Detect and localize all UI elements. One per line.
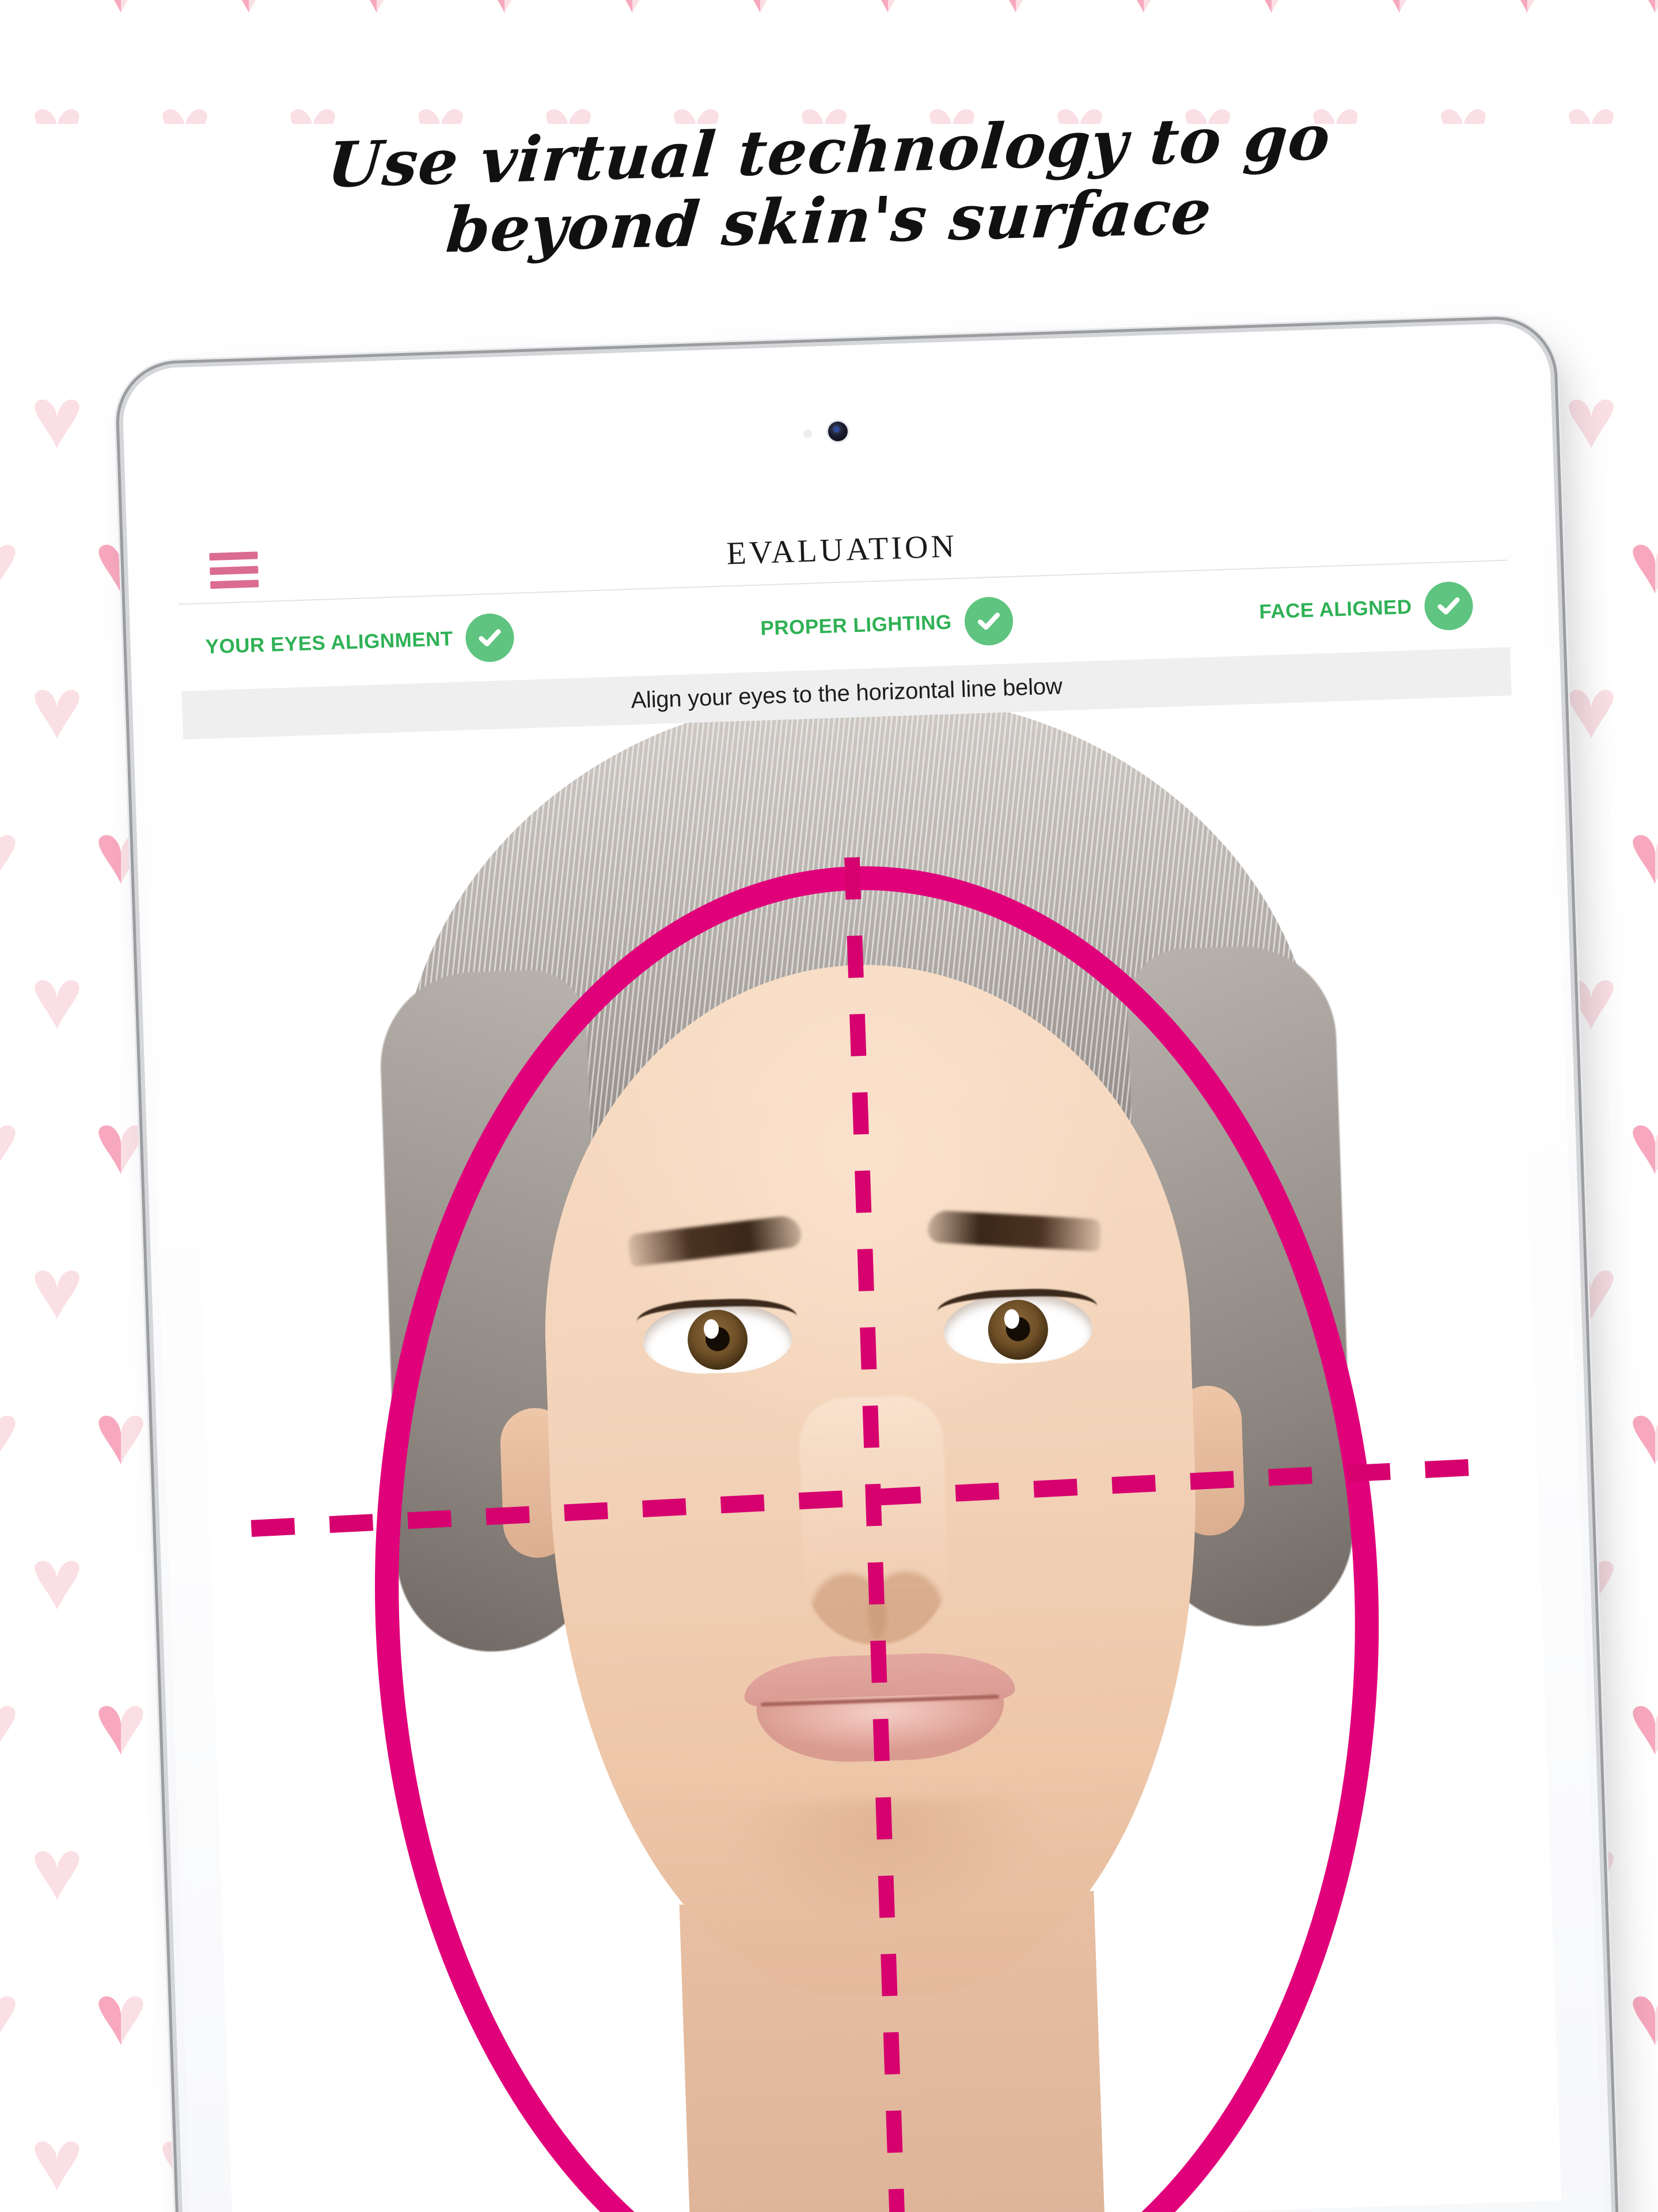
check-circle-icon	[963, 596, 1014, 646]
camera-viewport	[183, 695, 1562, 2212]
headline: Use virtual technology to go beyond skin…	[0, 101, 1658, 267]
status-item-eyes-alignment: YOUR EYES ALIGNMENT	[204, 612, 515, 672]
face-photo	[301, 695, 1447, 2212]
hamburger-bar	[210, 565, 259, 575]
eye-right	[936, 1286, 1098, 1366]
status-label: YOUR EYES ALIGNMENT	[205, 627, 454, 658]
status-item-face-aligned: FACE ALIGNED	[1258, 581, 1474, 637]
eye-left	[636, 1297, 797, 1376]
status-item-proper-lighting: PROPER LIGHTING	[760, 596, 1014, 653]
lips	[743, 1650, 1018, 1768]
status-label: PROPER LIGHTING	[760, 611, 953, 640]
chin-shadow	[722, 1794, 1049, 1932]
check-circle-icon	[465, 612, 515, 663]
hamburger-bar	[210, 579, 259, 589]
hamburger-menu-icon[interactable]	[209, 551, 259, 589]
tablet-device: EVALUATION YOUR EYES ALIGNMENT PROPER LI…	[121, 321, 1617, 2212]
status-label: FACE ALIGNED	[1258, 596, 1413, 623]
tablet-container: EVALUATION YOUR EYES ALIGNMENT PROPER LI…	[0, 0, 1658, 2212]
hamburger-bar	[209, 551, 258, 561]
nose	[798, 1394, 950, 1647]
tablet-screen: EVALUATION YOUR EYES ALIGNMENT PROPER LI…	[176, 496, 1562, 2212]
check-circle-icon	[1424, 581, 1474, 631]
